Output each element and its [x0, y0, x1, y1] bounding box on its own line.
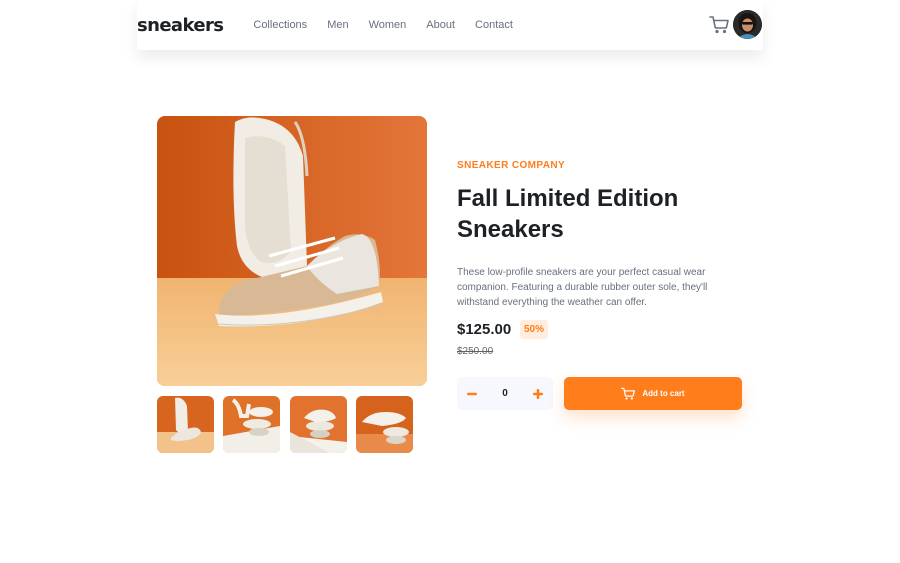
thumbnail-4[interactable]	[356, 396, 413, 453]
quantity-stepper: 0	[457, 377, 553, 410]
thumbnail-3[interactable]	[290, 396, 347, 453]
cart-icon	[621, 387, 636, 400]
avatar[interactable]	[733, 10, 762, 39]
minus-icon[interactable]	[465, 387, 479, 401]
nav-men[interactable]: Men	[327, 19, 348, 31]
thumbnail-2[interactable]	[223, 396, 280, 453]
logo[interactable]: sneakers	[137, 15, 224, 36]
product-title: Fall Limited Edition Sneakers	[457, 185, 679, 243]
product-description: These low-profile sneakers are your perf…	[457, 267, 708, 308]
thumbnail-1[interactable]	[157, 396, 214, 453]
quantity-value[interactable]: 0	[502, 388, 508, 399]
site-header: sneakers Collections Men Women About Con…	[137, 0, 763, 50]
nav-about[interactable]: About	[426, 19, 455, 31]
plus-icon[interactable]	[531, 387, 545, 401]
add-to-cart-button[interactable]: Add to cart	[564, 377, 742, 410]
company-label: SNEAKER COMPANY	[457, 160, 566, 171]
add-to-cart-label: Add to cart	[642, 389, 685, 398]
cart-icon[interactable]	[709, 15, 729, 35]
current-price: $125.00	[457, 321, 512, 338]
main-nav: Collections Men Women About Contact	[253, 19, 533, 31]
product-main-image[interactable]	[157, 116, 427, 386]
discount-badge: 50%	[520, 320, 549, 339]
nav-contact[interactable]: Contact	[475, 19, 513, 31]
nav-women[interactable]: Women	[369, 19, 407, 31]
original-price: $250.00	[457, 346, 494, 357]
nav-collections[interactable]: Collections	[253, 19, 307, 31]
